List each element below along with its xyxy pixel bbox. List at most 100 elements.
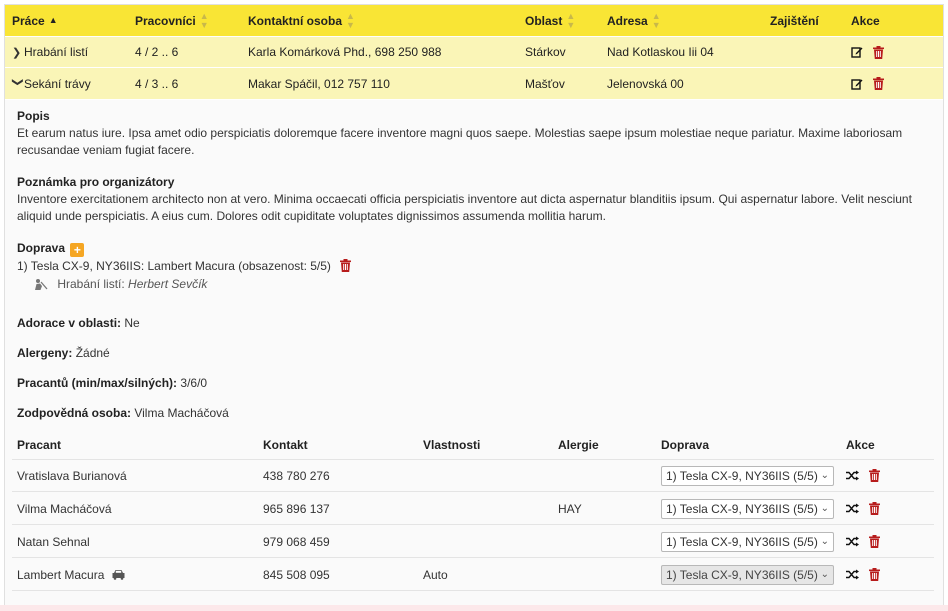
job-name: Sekání trávy — [24, 76, 91, 91]
col-prace-label: Práce — [12, 13, 45, 28]
delete-icon[interactable] — [869, 502, 880, 515]
pracantu-label: Pracantů (min/max/silných): — [17, 376, 178, 390]
col-pracovnici-label: Pracovníci — [135, 13, 196, 28]
table-header: Práce ▲ Pracovníci ▲ ▼ Kontaktní osoba ▲ ▼… — [5, 5, 943, 36]
car-line: 1) Tesla CX-9, NY36IIS: Lambert Macura (… — [17, 258, 937, 275]
table-row: Vratislava Burianová 438 780 276 1) Tesl… — [12, 460, 934, 492]
col-prace-header[interactable]: Práce ▲ — [12, 5, 58, 36]
col-alergie: Alergie — [558, 437, 599, 452]
expand-toggle[interactable]: ❯ Sekání trávy — [12, 68, 91, 99]
transport-select[interactable]: 1) Tesla CX-9, NY36IIS (5/5) ⌄ — [661, 531, 834, 552]
worker-actions — [846, 559, 880, 590]
contact-person: Karla Komárková Phd., 698 250 988 — [248, 45, 442, 59]
chevron-down-icon: ⌄ — [820, 502, 829, 514]
worker-name: Lambert Macura — [17, 567, 105, 582]
next-row-strip — [0, 605, 948, 611]
col-oblast-label: Oblast — [525, 13, 563, 28]
poznamka-heading: Poznámka pro organizátory — [17, 175, 175, 189]
delete-icon[interactable] — [873, 45, 884, 59]
chevron-down-icon: ⌄ — [820, 535, 829, 547]
alergeny-line: Alergeny: Žádné — [17, 345, 937, 362]
transport-select-value: 1) Tesla CX-9, NY36IIS (5/5) — [666, 468, 818, 483]
popis-text: Et earum natus iure. Ipsa amet odio pers… — [17, 126, 903, 157]
shuffle-icon[interactable] — [846, 470, 859, 481]
sort-icon: ▲ ▼ — [651, 10, 661, 30]
transport-select-cell: 1) Tesla CX-9, NY36IIS (5/5) ⌄ — [661, 559, 834, 590]
chevron-down-icon: ❯ — [11, 77, 24, 87]
add-transport-button[interactable]: + — [70, 243, 85, 257]
passenger-name: Herbert Sevčík — [128, 277, 208, 291]
sort-icon: ▲ ▼ — [566, 10, 576, 30]
car-passenger: Hrabání listí: Herbert Sevčík — [33, 276, 943, 293]
transport-select-disabled: 1) Tesla CX-9, NY36IIS (5/5) ⌄ — [661, 564, 834, 585]
col-pracant: Pracant — [17, 437, 62, 452]
workers-count: 4 / 2 .. 6 — [135, 45, 179, 59]
car-icon — [112, 570, 125, 580]
workers-count: 4 / 3 .. 6 — [135, 76, 179, 91]
delete-icon[interactable] — [869, 469, 880, 482]
delete-icon[interactable] — [340, 259, 352, 272]
transport-select[interactable]: 1) Tesla CX-9, NY36IIS (5/5) ⌄ — [661, 465, 834, 486]
worker-actions — [846, 526, 880, 557]
zodpovedna-value: Vilma Macháčová — [134, 406, 229, 420]
delete-icon[interactable] — [873, 77, 884, 90]
col-akce-label: Akce — [851, 13, 880, 28]
shuffle-icon[interactable] — [846, 569, 859, 580]
passenger-job: Hrabání listí: — [57, 277, 125, 291]
shuffle-icon[interactable] — [846, 503, 859, 514]
worker-contact: 965 896 137 — [263, 501, 330, 516]
doprava-heading: Doprava — [17, 241, 66, 255]
adorace-value: Ne — [124, 316, 140, 330]
table-row[interactable]: ❯ Hrabání listí 4 / 2 .. 6 Karla Komárko… — [5, 37, 943, 67]
edit-icon[interactable] — [851, 46, 863, 58]
alergeny-value: Žádné — [75, 346, 110, 360]
sort-up-icon: ▲ — [48, 15, 58, 25]
alergeny-label: Alergeny: — [17, 346, 73, 360]
worker-contact: 438 780 276 — [263, 468, 330, 483]
zodpovedna-line: Zodpovědná osoba: Vilma Macháčová — [17, 405, 937, 422]
worker-actions — [846, 493, 880, 524]
row-actions — [851, 68, 884, 99]
col-oblast-header[interactable]: Oblast ▲ ▼ — [525, 5, 575, 36]
transport-select-cell: 1) Tesla CX-9, NY36IIS (5/5) ⌄ — [661, 493, 834, 524]
poznamka-text: Inventore exercitationem architecto non … — [17, 192, 912, 223]
col-kontakt-header[interactable]: Kontaktní osoba ▲ ▼ — [248, 5, 355, 36]
area: Stárkov — [525, 45, 566, 59]
col-adresa-label: Adresa — [607, 13, 648, 28]
area: Mašťov — [525, 76, 565, 91]
table-row[interactable]: ❯ Sekání trávy 4 / 3 .. 6 Makar Spáčil, … — [5, 68, 943, 99]
edit-icon[interactable] — [851, 78, 863, 90]
transport-select-cell: 1) Tesla CX-9, NY36IIS (5/5) ⌄ — [661, 526, 834, 557]
transport-select-cell: 1) Tesla CX-9, NY36IIS (5/5) ⌄ — [661, 460, 834, 491]
col-kontakt: Kontakt — [263, 437, 308, 452]
col-adresa-header[interactable]: Adresa ▲ ▼ — [607, 5, 661, 36]
shuffle-icon[interactable] — [846, 536, 859, 547]
col-pracovnici-header[interactable]: Pracovníci ▲ ▼ — [135, 5, 209, 36]
col-kontakt-label: Kontaktní osoba — [248, 13, 343, 28]
delete-icon[interactable] — [869, 568, 880, 581]
popis-heading: Popis — [17, 109, 50, 123]
pracantu-value: 3/6/0 — [180, 376, 208, 390]
table-row: Lambert Macura 845 508 095 Auto 1) Tesla… — [12, 559, 934, 591]
transport-select-value: 1) Tesla CX-9, NY36IIS (5/5) — [666, 567, 818, 582]
workers-table-header: Pracant Kontakt Vlastnosti Alergie Dopra… — [12, 430, 934, 460]
worker-allergy: HAY — [558, 501, 582, 516]
address: Nad Kotlaskou Iii 04 — [607, 45, 714, 59]
job-name: Hrabání listí — [24, 45, 89, 59]
table-row: Vilma Macháčová 965 896 137 HAY 1) Tesla… — [12, 493, 934, 525]
worker-contact: 845 508 095 — [263, 567, 330, 582]
col-zajisteni-header: Zajištění — [770, 5, 819, 36]
worker-traits: Auto — [423, 567, 448, 582]
col-zajisteni-label: Zajištění — [770, 13, 819, 28]
expand-toggle[interactable]: ❯ Hrabání listí — [12, 37, 88, 67]
row-actions — [851, 37, 884, 67]
worker-actions — [846, 460, 880, 491]
transport-select-value: 1) Tesla CX-9, NY36IIS (5/5) — [666, 501, 818, 516]
col-akce: Akce — [846, 437, 875, 452]
transport-select[interactable]: 1) Tesla CX-9, NY36IIS (5/5) ⌄ — [661, 498, 834, 519]
worker-contact: 979 068 459 — [263, 534, 330, 549]
table-row: Natan Sehnal 979 068 459 1) Tesla CX-9, … — [12, 526, 934, 558]
contact-person: Makar Spáčil, 012 757 110 — [248, 76, 390, 91]
chevron-right-icon: ❯ — [12, 46, 22, 59]
delete-icon[interactable] — [869, 535, 880, 548]
